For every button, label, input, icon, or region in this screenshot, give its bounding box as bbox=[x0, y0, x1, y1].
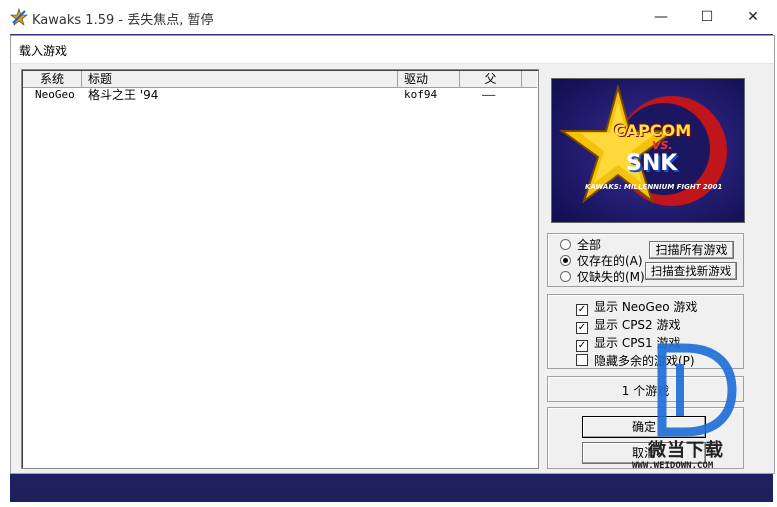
column-header-driver[interactable]: 驱动 bbox=[398, 71, 460, 87]
watermark-brand: 微当下载 bbox=[648, 440, 724, 461]
dialog-title-bar[interactable]: 载入游戏 bbox=[11, 36, 774, 64]
checkbox-icon: ✓ bbox=[576, 322, 588, 334]
radio-all-icon bbox=[560, 239, 571, 250]
list-header: 系统 标题 驱动 父 bbox=[23, 71, 537, 88]
filter-existing-label: 仅存在的(A) bbox=[577, 254, 643, 268]
filter-missing-label: 仅缺失的(M) bbox=[577, 270, 645, 284]
table-row[interactable]: NeoGeo 格斗之王 '94 kof94 —— bbox=[23, 87, 537, 103]
checkbox-icon: ✓ bbox=[576, 304, 588, 316]
scan-new-games-button[interactable]: 扫描查找新游戏 bbox=[645, 262, 737, 280]
show-cps2-label: 显示 CPS2 游戏 bbox=[594, 318, 681, 332]
game-logo-preview: CAPCOM VS. SNK KAWAKS: MILLENNIUM FIGHT … bbox=[551, 78, 745, 223]
window-title: Kawaks 1.59 - 丢失焦点, 暂停 bbox=[32, 13, 214, 28]
column-header-system[interactable]: 系统 bbox=[23, 71, 82, 87]
logo-caption: KAWAKS: MILLENNIUM FIGHT 2001 bbox=[585, 183, 723, 191]
radio-missing-icon bbox=[560, 271, 571, 282]
game-list[interactable]: 系统 标题 驱动 父 NeoGeo 格斗之王 '94 kof94 —— bbox=[21, 69, 539, 469]
logo-capcom-text: CAPCOM bbox=[614, 121, 692, 140]
watermark-d-logo-icon bbox=[657, 343, 737, 437]
close-button[interactable]: ✕ bbox=[730, 0, 776, 34]
app-window: Kawaks 1.59 - 丢失焦点, 暂停 — ☐ ✕ 载入游戏 系统 标题 … bbox=[0, 0, 777, 507]
kawaks-app-icon bbox=[10, 8, 28, 26]
column-header-title[interactable]: 标题 bbox=[82, 71, 398, 87]
show-neogeo-label: 显示 NeoGeo 游戏 bbox=[594, 300, 698, 314]
scan-all-games-button[interactable]: 扫描所有游戏 bbox=[649, 241, 734, 259]
checkbox-icon bbox=[576, 354, 588, 366]
row-system: NeoGeo bbox=[35, 88, 75, 101]
filter-group: 全部 仅存在的(A) 仅缺失的(M) 扫描所有游戏 扫描查找新游戏 bbox=[547, 233, 744, 287]
maximize-button[interactable]: ☐ bbox=[684, 0, 730, 34]
filter-existing-radio[interactable]: 仅存在的(A) bbox=[560, 253, 643, 269]
radio-existing-icon bbox=[560, 255, 571, 266]
maximize-icon: ☐ bbox=[700, 9, 714, 25]
show-neogeo-checkbox[interactable]: ✓ 显示 NeoGeo 游戏 bbox=[576, 299, 698, 316]
show-cps2-checkbox[interactable]: ✓ 显示 CPS2 游戏 bbox=[576, 317, 681, 334]
title-bar[interactable]: Kawaks 1.59 - 丢失焦点, 暂停 — ☐ ✕ bbox=[0, 0, 777, 34]
minimize-icon: — bbox=[654, 9, 668, 25]
weidown-watermark bbox=[644, 338, 740, 448]
dialog-title: 载入游戏 bbox=[19, 44, 68, 58]
filter-missing-radio[interactable]: 仅缺失的(M) bbox=[560, 269, 645, 285]
row-driver: kof94 bbox=[404, 88, 438, 101]
column-header-parent[interactable]: 父 bbox=[460, 71, 522, 87]
filter-all-radio[interactable]: 全部 bbox=[560, 237, 601, 253]
close-icon: ✕ bbox=[747, 9, 759, 25]
minimize-button[interactable]: — bbox=[638, 0, 684, 34]
row-parent: —— bbox=[482, 88, 496, 101]
logo-snk-text: SNK bbox=[626, 151, 678, 176]
checkbox-icon: ✓ bbox=[576, 340, 588, 352]
watermark-url: WWW.WEIDOWN.COM bbox=[632, 461, 714, 471]
row-title: 格斗之王 '94 bbox=[88, 88, 159, 102]
filter-all-label: 全部 bbox=[577, 238, 602, 252]
